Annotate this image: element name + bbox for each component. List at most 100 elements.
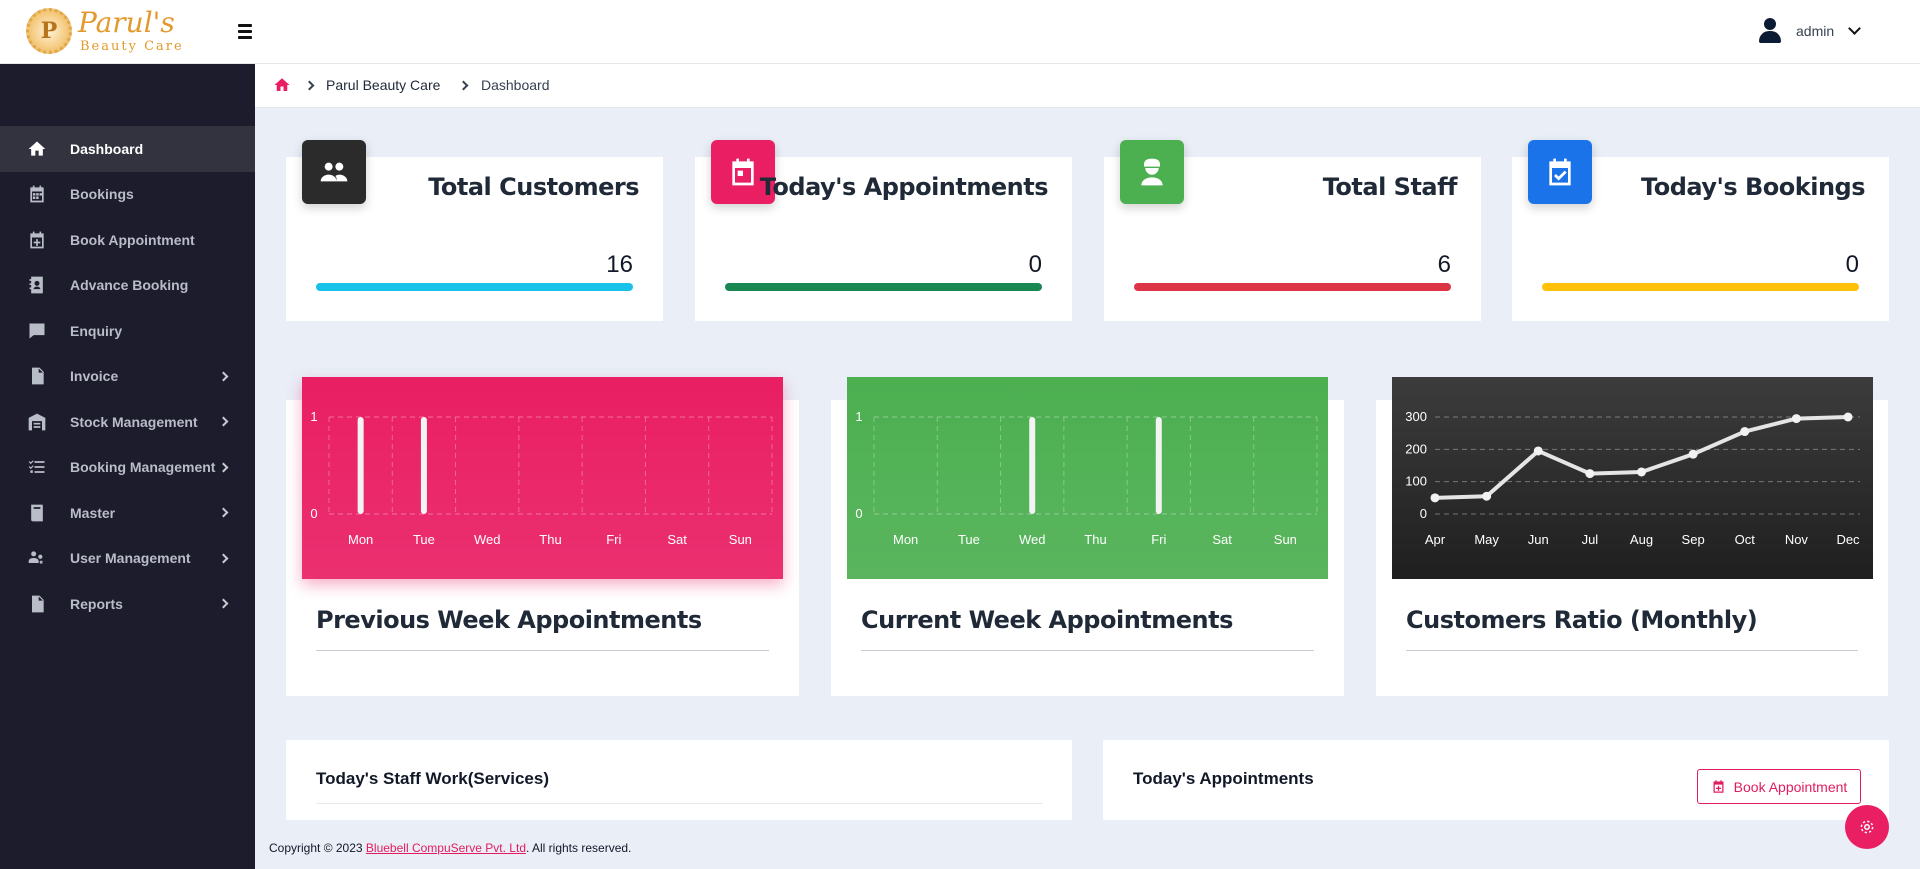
breadcrumb-item[interactable]: Parul Beauty Care bbox=[326, 77, 440, 93]
warehouse-icon bbox=[26, 411, 48, 433]
sidebar-item-label: Bookings bbox=[70, 186, 134, 203]
calendar-icon bbox=[732, 158, 754, 186]
data-point bbox=[1688, 449, 1698, 459]
warehouse-icon bbox=[28, 413, 46, 431]
sidebar-item-book-appointment[interactable]: Book Appointment bbox=[0, 217, 255, 263]
sidebar-nav: Dashboard Bookings Book Appointment Advance… bbox=[0, 126, 255, 627]
stat-progress-bar bbox=[1542, 283, 1859, 291]
book-appointment-button[interactable]: Book Appointment bbox=[1697, 769, 1861, 804]
home-icon bbox=[26, 138, 48, 160]
sidebar-item-master[interactable]: Master bbox=[0, 490, 255, 536]
chevron-right-icon bbox=[218, 462, 229, 472]
sidebar-item-label: Booking Management bbox=[70, 459, 216, 476]
x-tick-label: Thu bbox=[539, 532, 561, 547]
logo-letter: P bbox=[40, 18, 58, 44]
bar bbox=[357, 417, 364, 514]
calendar-check-icon bbox=[1549, 158, 1571, 186]
x-tick-label: Fri bbox=[1151, 532, 1166, 547]
data-point bbox=[1843, 412, 1853, 422]
x-tick-label: Tue bbox=[958, 532, 980, 547]
sidebar-item-advance-booking[interactable]: Advance Booking bbox=[0, 263, 255, 309]
calendar-check-icon bbox=[1528, 140, 1592, 204]
y-tick-label: 100 bbox=[1405, 474, 1427, 489]
calendar-plus-icon bbox=[1713, 780, 1724, 793]
users-icon bbox=[320, 162, 348, 182]
divider bbox=[316, 803, 1042, 804]
calendar-grid-icon bbox=[30, 185, 44, 203]
sidebar-item-reports[interactable]: Reports bbox=[0, 581, 255, 627]
contact-book-icon bbox=[26, 274, 48, 296]
users-gear-icon bbox=[28, 551, 43, 565]
y-tick-label: 0 bbox=[855, 506, 862, 521]
data-point bbox=[1585, 469, 1595, 479]
brand-name: Parul's bbox=[78, 6, 175, 39]
logo-emblem: P bbox=[26, 8, 72, 54]
sidebar-item-label: User Management bbox=[70, 550, 191, 567]
stat-value: 6 bbox=[1437, 251, 1451, 278]
staff-work-panel: Today's Staff Work(Services) bbox=[286, 740, 1072, 820]
x-tick-label: Mon bbox=[893, 532, 918, 547]
footer-prefix: Copyright © 2023 bbox=[269, 841, 366, 855]
brand-logo[interactable]: P Parul's Beauty Care bbox=[24, 6, 194, 58]
stat-value: 0 bbox=[1028, 251, 1042, 278]
sidebar-item-label: Book Appointment bbox=[70, 231, 195, 248]
home-icon[interactable] bbox=[273, 76, 291, 94]
users-icon bbox=[302, 140, 366, 204]
stat-progress-bar bbox=[316, 283, 633, 291]
x-tick-label: Apr bbox=[1425, 532, 1446, 547]
x-tick-label: Jun bbox=[1528, 532, 1549, 547]
chevron-right-icon bbox=[218, 507, 229, 518]
stat-progress-bar bbox=[725, 283, 1042, 291]
user-menu[interactable]: admin bbox=[1758, 18, 1862, 44]
chart-title: Previous Week Appointments bbox=[316, 606, 702, 634]
x-tick-label: Wed bbox=[1019, 532, 1045, 547]
sidebar-item-dashboard[interactable]: Dashboard bbox=[0, 126, 255, 172]
sidebar-item-enquiry[interactable]: Enquiry bbox=[0, 308, 255, 354]
settings-fab[interactable] bbox=[1845, 805, 1889, 849]
data-point bbox=[1791, 414, 1801, 424]
menu-toggle-icon[interactable] bbox=[238, 24, 252, 39]
customers-ratio-chart: 0 100 200 300 Apr May Jun Jul Aug Sep Oct Nov Dec bbox=[1392, 377, 1873, 579]
staff-icon bbox=[1141, 158, 1163, 186]
current-week-chart: 0 1 Mon Tue Wed Thu Fri Sat Sun bbox=[847, 377, 1328, 579]
x-tick-label: Nov bbox=[1785, 532, 1809, 547]
previous-week-chart: 0 1 Mon Tue Wed Thu Fri Sat Sun bbox=[302, 377, 783, 579]
chat-bubble-icon bbox=[29, 323, 45, 339]
x-tick-label: May bbox=[1474, 532, 1499, 547]
sidebar-item-booking-management[interactable]: Booking Management bbox=[0, 445, 255, 491]
sidebar-item-bookings[interactable]: Bookings bbox=[0, 172, 255, 218]
report-file-icon bbox=[26, 593, 48, 615]
y-tick-label: 0 bbox=[310, 506, 317, 521]
invoice-icon bbox=[26, 365, 48, 387]
sidebar-item-invoice[interactable]: Invoice bbox=[0, 354, 255, 400]
data-point bbox=[1482, 491, 1492, 501]
sidebar-item-stock-management[interactable]: Stock Management bbox=[0, 399, 255, 445]
contact-book-icon bbox=[29, 276, 43, 294]
sidebar-item-label: Dashboard bbox=[70, 140, 144, 157]
x-tick-label: Sat bbox=[1212, 532, 1232, 547]
x-tick-label: Mon bbox=[348, 532, 373, 547]
data-point bbox=[1533, 446, 1543, 456]
report-file-icon bbox=[32, 595, 44, 613]
chevron-right-icon bbox=[458, 80, 469, 91]
data-point bbox=[1637, 467, 1646, 477]
x-tick-label: Oct bbox=[1735, 532, 1756, 547]
x-tick-label: Sat bbox=[667, 532, 687, 547]
bar bbox=[1029, 417, 1036, 514]
sidebar-item-label: Enquiry bbox=[70, 322, 123, 339]
stat-title: Today's Bookings bbox=[1641, 173, 1865, 201]
stat-value: 0 bbox=[1845, 251, 1859, 278]
y-tick-label: 1 bbox=[855, 409, 862, 424]
stat-card-total-staff: Total Staff 6 bbox=[1104, 140, 1481, 321]
calendar-plus-icon bbox=[26, 229, 48, 251]
chevron-right-icon bbox=[218, 553, 229, 563]
staff-icon bbox=[1120, 140, 1184, 204]
divider bbox=[316, 650, 769, 651]
stat-card-total-customers: Total Customers 16 bbox=[286, 140, 663, 321]
top-navbar: P Parul's Beauty Care admin bbox=[0, 0, 1920, 64]
users-gear-icon bbox=[26, 547, 48, 569]
sidebar-item-user-management[interactable]: User Management bbox=[0, 536, 255, 582]
invoice-icon bbox=[32, 367, 44, 385]
chart-background bbox=[847, 377, 1328, 579]
footer-company-link[interactable]: Bluebell CompuServe Pvt. Ltd bbox=[366, 841, 526, 855]
